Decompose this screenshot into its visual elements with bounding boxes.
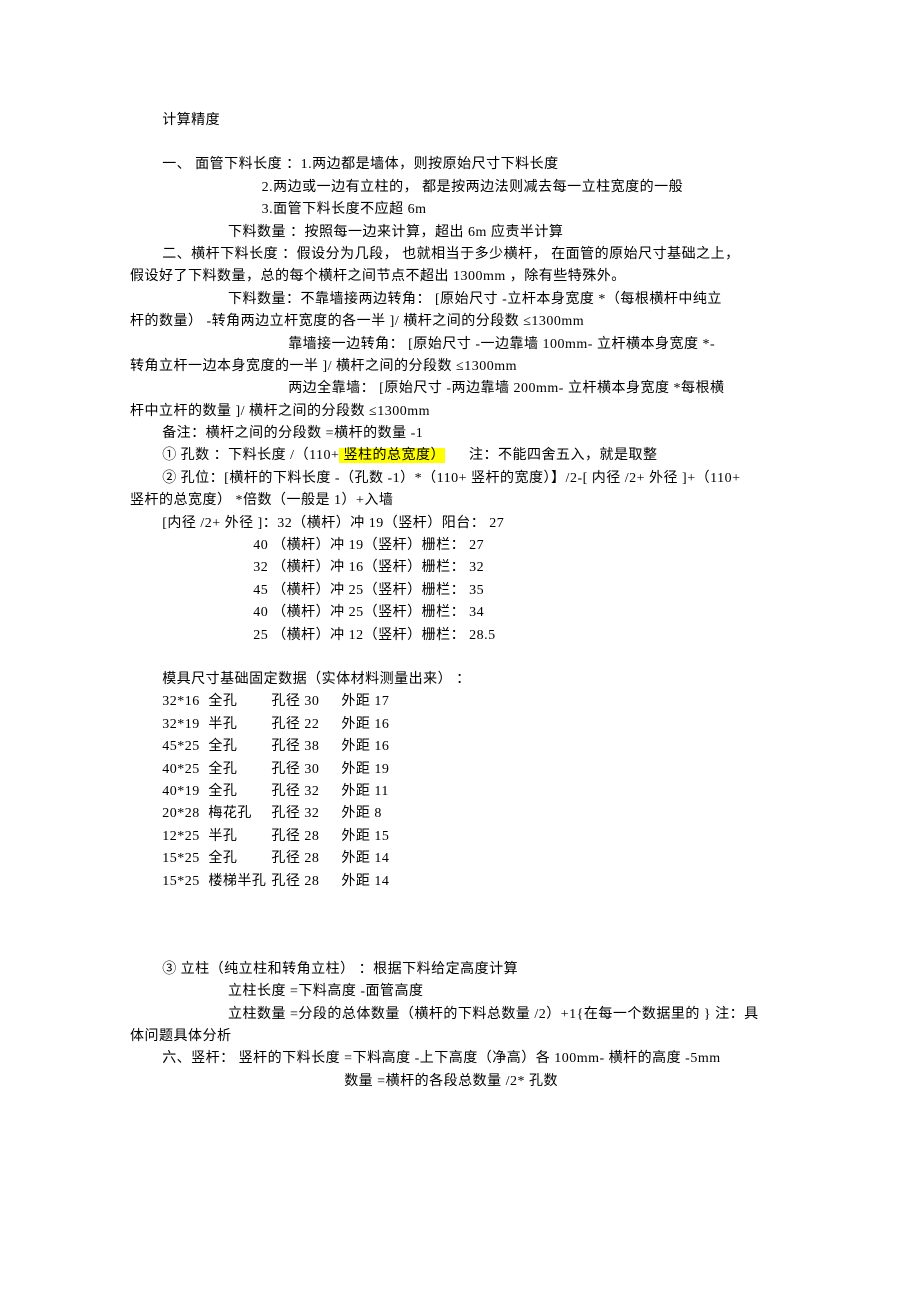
mold-type: 全孔: [208, 691, 271, 713]
table-row: 15*25 楼梯半孔 孔径 28 外距 14: [162, 871, 790, 893]
sec3-line3: 竖杆的总宽度） *倍数（一般是 1）+入墙: [130, 490, 790, 512]
mold-table: 32*16 全孔 孔径 30 外距 17 32*19 半孔 孔径 22 外距 1…: [162, 691, 790, 893]
highlight-text: 竖柱的总宽度）: [339, 448, 445, 463]
mold-dia: 孔径 28: [271, 848, 341, 870]
mold-dia: 孔径 32: [271, 781, 341, 803]
mold-dist: 外距 16: [341, 714, 400, 736]
document-page: 计算精度 一、 面管下料长度 ：1.两边都是墙体，则按原始尺寸下料长度 2.两边…: [0, 0, 920, 1303]
sec3-line2: ② 孔位：[横杆的下料长度 -（孔数 -1）*（110+ 竖杆的宽度）】/2-[…: [130, 468, 790, 490]
punch-row: 45 （横杆）冲 25（竖杆）栅栏： 35: [130, 580, 790, 602]
mold-dist: 外距 19: [341, 759, 400, 781]
punch-row: 40 （横杆）冲 19（竖杆）栅栏： 27: [130, 535, 790, 557]
sec2-line4: 杆的数量） -转角两边立杆宽度的各一半 ]/ 横杆之间的分段数 ≤1300mm: [130, 311, 790, 333]
sec1-line3: 3.面管下料长度不应超 6m: [130, 199, 790, 221]
mold-dist: 外距 17: [341, 691, 400, 713]
mold-dia: 孔径 32: [271, 803, 341, 825]
mold-spec: 45*25: [162, 736, 208, 758]
sec6-line1: 六、竖杆： 竖杆的下料长度 =下料高度 -上下高度（净高）各 100mm- 横杆…: [130, 1048, 790, 1070]
mold-dist: 外距 8: [341, 803, 400, 825]
sec2-line7: 两边全靠墙： [原始尺寸 -两边靠墙 200mm- 立杆横本身宽度 *每根横: [130, 378, 790, 400]
mold-dia: 孔径 22: [271, 714, 341, 736]
mold-type: 全孔: [208, 759, 271, 781]
table-row: 20*28 梅花孔 孔径 32 外距 8: [162, 803, 790, 825]
table-row: 12*25 半孔 孔径 28 外距 15: [162, 826, 790, 848]
sec3-l1-b: 注：不能四舍五入，就是取整: [445, 448, 658, 463]
table-row: 15*25 全孔 孔径 28 外距 14: [162, 848, 790, 870]
table-row: 32*16 全孔 孔径 30 外距 17: [162, 691, 790, 713]
mold-dia: 孔径 28: [271, 871, 341, 893]
mold-dia: 孔径 30: [271, 691, 341, 713]
mold-dist: 外距 16: [341, 736, 400, 758]
sec6-line2: 数量 =横杆的各段总数量 /2* 孔数: [130, 1071, 790, 1093]
sec1-line1: 一、 面管下料长度 ：1.两边都是墙体，则按原始尺寸下料长度: [130, 154, 790, 176]
table-row: 45*25 全孔 孔径 38 外距 16: [162, 736, 790, 758]
mold-type: 全孔: [208, 848, 271, 870]
mold-type: 楼梯半孔: [208, 871, 271, 893]
sec1-line4: 下料数量 ：按照每一边来计算，超出 6m 应责半计算: [130, 222, 790, 244]
mold-spec: 15*25: [162, 848, 208, 870]
sec2-line1: 二、横杆下料长度 ：假设分为几段， 也就相当于多少横杆， 在面管的原始尺寸基础之…: [130, 244, 790, 266]
table-row: 32*19 半孔 孔径 22 外距 16: [162, 714, 790, 736]
sec2-line5: 靠墙接一边转角： [原始尺寸 -一边靠墙 100mm- 立杆横本身宽度 *-: [130, 334, 790, 356]
sec2-line6: 转角立杆一边本身宽度的一半 ]/ 横杆之间的分段数 ≤1300mm: [130, 356, 790, 378]
sec5-line4: 体问题具体分析: [130, 1026, 790, 1048]
mold-type: 全孔: [208, 736, 271, 758]
mold-spec: 32*16: [162, 691, 208, 713]
mold-spec: 20*28: [162, 803, 208, 825]
mold-spec: 12*25: [162, 826, 208, 848]
mold-type: 梅花孔: [208, 803, 271, 825]
sec3-line1: ① 孔数 ：下料长度 /（110+ 竖柱的总宽度） 注：不能四舍五入，就是取整: [130, 445, 790, 467]
sec2-line8: 杆中立杆的数量 ]/ 横杆之间的分段数 ≤1300mm: [130, 401, 790, 423]
mold-spec: 40*25: [162, 759, 208, 781]
mold-dia: 孔径 30: [271, 759, 341, 781]
sec3-l1-a: ① 孔数 ：下料长度 /（110+: [162, 448, 339, 463]
sec2-line9: 备注：横杆之间的分段数 =横杆的数量 -1: [130, 423, 790, 445]
sec5-line2: 立柱长度 =下料高度 -面管高度: [130, 981, 790, 1003]
sec2-line2: 假设好了下料数量，总的每个横杆之间节点不超出 1300mm ，除有些特殊外。: [130, 266, 790, 288]
mold-type: 半孔: [208, 826, 271, 848]
mold-dia: 孔径 28: [271, 826, 341, 848]
mold-type: 全孔: [208, 781, 271, 803]
mold-dist: 外距 11: [341, 781, 400, 803]
mold-spec: 15*25: [162, 871, 208, 893]
punch-row: 32 （横杆）冲 16（竖杆）栅栏： 32: [130, 557, 790, 579]
punch-row: 40 （横杆）冲 25（竖杆）栅栏： 34: [130, 602, 790, 624]
table-row: 40*25 全孔 孔径 30 外距 19: [162, 759, 790, 781]
mold-title: 模具尺寸基础固定数据（实体材料测量出来） ：: [130, 669, 790, 691]
table-row: 40*19 全孔 孔径 32 外距 11: [162, 781, 790, 803]
mold-type: 半孔: [208, 714, 271, 736]
punch-row: 25 （横杆）冲 12（竖杆）栅栏： 28.5: [130, 625, 790, 647]
mold-dist: 外距 14: [341, 871, 400, 893]
sec5-line3: 立柱数量 =分段的总体数量（横杆的下料总数量 /2）+1{在每一个数据里的 } …: [130, 1004, 790, 1026]
sec3-line4: [内径 /2+ 外径 ]：32（横杆）冲 19（竖杆）阳台： 27: [130, 513, 790, 535]
mold-dist: 外距 14: [341, 848, 400, 870]
mold-dia: 孔径 38: [271, 736, 341, 758]
sec5-line1: ③ 立柱（纯立柱和转角立柱） ：根据下料给定高度计算: [130, 959, 790, 981]
mold-dist: 外距 15: [341, 826, 400, 848]
mold-spec: 40*19: [162, 781, 208, 803]
mold-spec: 32*19: [162, 714, 208, 736]
page-title: 计算精度: [130, 110, 790, 132]
sec2-line3: 下料数量：不靠墙接两边转角： [原始尺寸 -立杆本身宽度 *（每根横杆中纯立: [130, 289, 790, 311]
sec1-line2: 2.两边或一边有立柱的， 都是按两边法则减去每一立柱宽度的一般: [130, 177, 790, 199]
